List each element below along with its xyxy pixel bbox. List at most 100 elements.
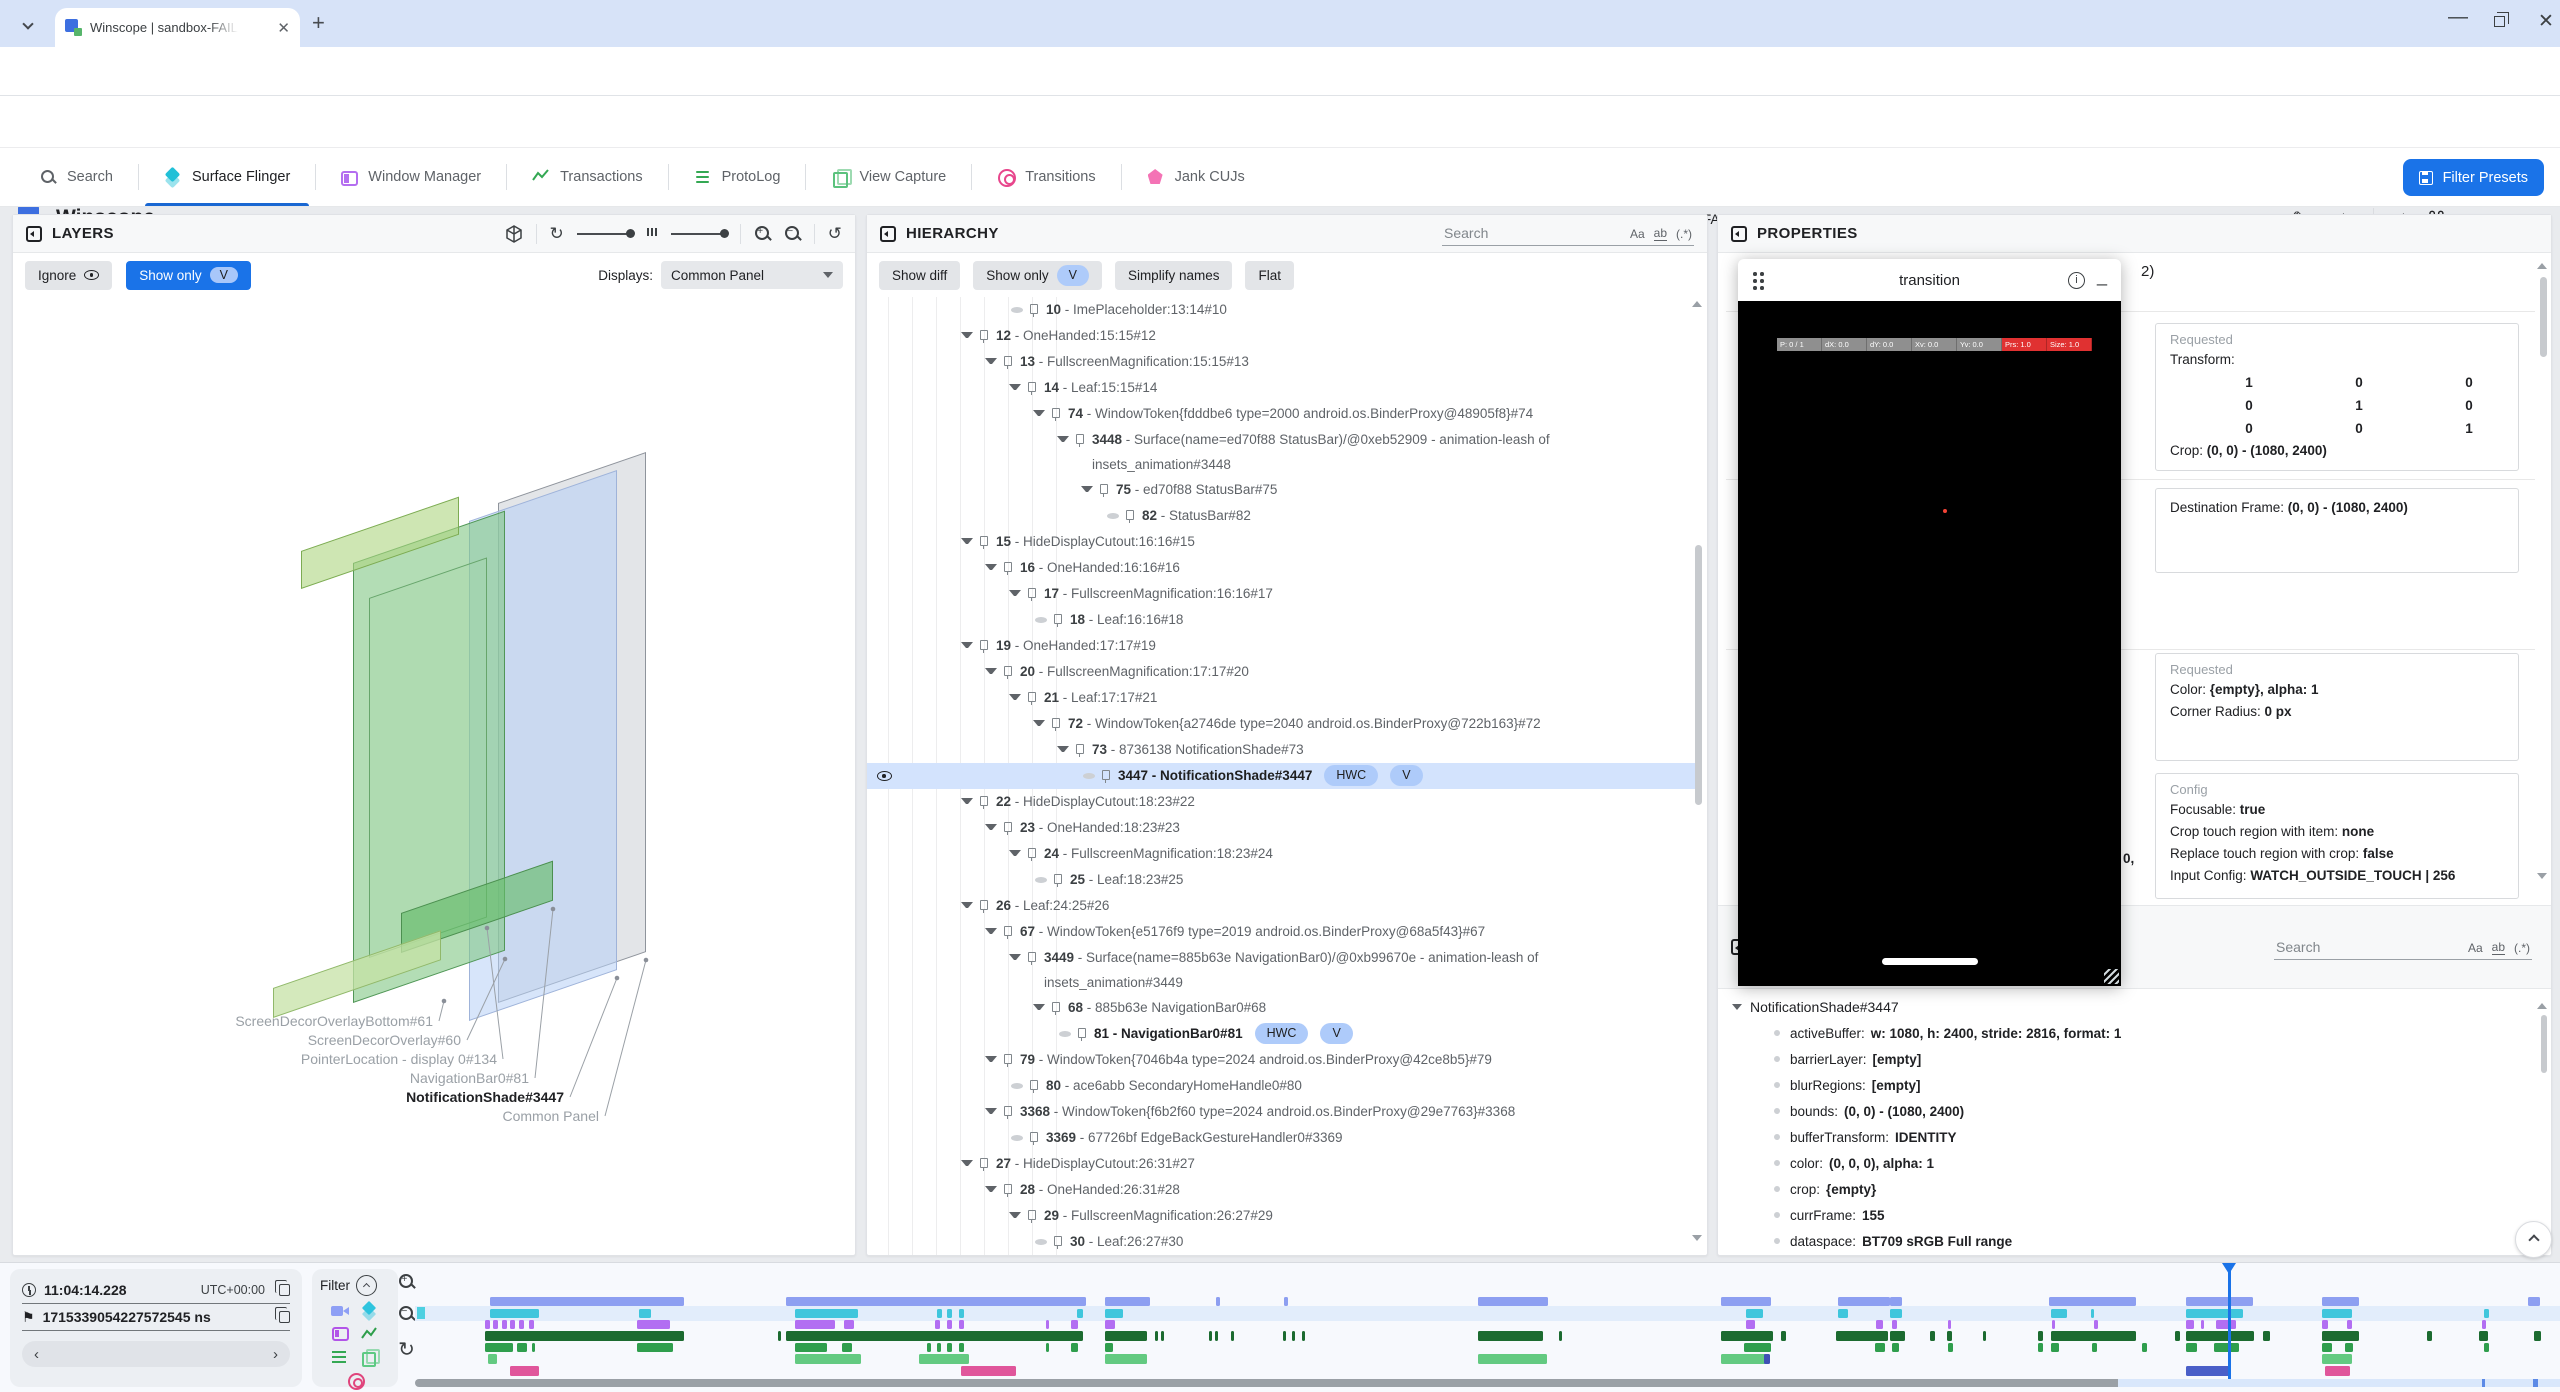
property-row[interactable]: color: (0, 0, 0), alpha: 1 [1718,1150,2539,1176]
timeline-block[interactable] [2186,1343,2197,1352]
properties-tree-root[interactable]: NotificationShade#3447 [1718,993,2539,1020]
expand-arrow-icon[interactable] [985,1056,997,1062]
browser-tab[interactable]: Winscope | sandbox-FAIL ✕ [55,8,300,47]
hierarchy-row[interactable]: 21 - Leaf:17:17#21 [867,685,1697,711]
timeline-block[interactable] [2094,1320,2098,1329]
resize-handle[interactable] [2104,969,2119,984]
hierarchy-row[interactable]: 30 - Leaf:26:27#30 [867,1229,1697,1255]
hierarchy-row[interactable]: 15 - HideDisplayCutout:16:16#15 [867,529,1697,555]
timeline-block[interactable] [2214,1343,2239,1352]
hierarchy-row[interactable]: 68 - 885b63e NavigationBar0#68 [867,995,1697,1021]
timeline-block[interactable] [1876,1320,1883,1329]
expand-arrow-icon[interactable] [985,668,997,674]
timeline-block[interactable] [1046,1320,1049,1329]
ignore-button[interactable]: Ignore [25,261,112,290]
timeline-block[interactable] [639,1309,651,1318]
pin-icon[interactable] [1028,848,1036,858]
expand-arrow-icon[interactable] [1033,1004,1045,1010]
timeline-block[interactable] [1105,1309,1123,1318]
layers-3d-scene[interactable]: ScreenDecorOverlayBottom#61ScreenDecorOv… [13,297,855,1255]
timeline-block[interactable] [842,1343,852,1352]
timeline-block[interactable] [490,1297,684,1306]
timeline-block[interactable] [1948,1343,1953,1352]
transition-overlay-window[interactable]: transition i _ P: 0 / 1dX: 0.0dY: 0.0Xv:… [1738,259,2121,986]
hierarchy-row[interactable]: 12 - OneHanded:15:15#12 [867,323,1697,349]
hierarchy-row[interactable]: 25 - Leaf:18:23#25 [867,867,1697,893]
hierarchy-row[interactable]: 27 - HideDisplayCutout:26:31#27 [867,1151,1697,1177]
hierarchy-row[interactable]: 16 - OneHanded:16:16#16 [867,555,1697,581]
pin-icon[interactable] [1078,1028,1086,1038]
hierarchy-row[interactable]: 22 - HideDisplayCutout:18:23#22 [867,789,1697,815]
timeline-block[interactable] [778,1331,781,1341]
expand-arrow-icon[interactable] [1009,694,1021,700]
hierarchy-search-input[interactable]: Search Aa ab (.*) [1442,221,1694,246]
timeline-block[interactable] [919,1354,969,1364]
timeline-block[interactable] [927,1343,931,1352]
timeline-block[interactable] [1838,1309,1848,1318]
timeline-block[interactable] [1478,1297,1548,1306]
timeline-block[interactable] [493,1320,498,1329]
timeline-block[interactable] [2186,1331,2254,1341]
timeline-block[interactable] [1077,1309,1083,1318]
timeline-block[interactable] [1746,1309,1763,1318]
pin-icon[interactable] [1028,1210,1036,1220]
expand-arrow-icon[interactable] [985,564,997,570]
pin-icon[interactable] [1028,588,1036,598]
pin-icon[interactable] [1028,382,1036,392]
pin-icon[interactable] [1004,1184,1012,1194]
timeline-block[interactable] [937,1343,941,1352]
scroll-down-icon[interactable] [1692,1235,1702,1241]
property-row[interactable]: barrierLayer: [empty] [1718,1046,2539,1072]
pin-icon[interactable] [1052,718,1060,728]
hierarchy-row[interactable]: 19 - OneHanded:17:17#19 [867,633,1697,659]
timeline-block[interactable] [947,1320,952,1329]
timeline-block[interactable] [2216,1320,2236,1329]
pin-icon[interactable] [1100,484,1108,494]
hierarchy-row[interactable]: 3449 - Surface(name=885b63e NavigationBa… [867,945,1697,995]
expand-arrow-icon[interactable] [1009,850,1021,856]
expand-arrow-icon[interactable] [961,538,973,544]
tab-view-capture[interactable]: View Capture [806,148,971,206]
timeline-block[interactable] [1231,1331,1234,1341]
hierarchy-row[interactable]: 10 - ImePlaceholder:13:14#10 [867,297,1697,323]
expand-arrow-icon[interactable] [961,1160,973,1166]
collapse-panel-icon[interactable] [880,226,896,242]
property-row[interactable]: bounds: (0, 0) - (1080, 2400) [1718,1098,2539,1124]
hierarchy-row[interactable]: 18 - Leaf:16:16#18 [867,607,1697,633]
pin-icon[interactable] [980,796,988,806]
timeline-block[interactable] [1478,1354,1547,1364]
timeline-block[interactable] [1838,1297,1890,1306]
show-only-button[interactable]: Show only V [126,261,251,290]
timeline-block[interactable] [2322,1309,2352,1318]
zoom-out-icon[interactable]: − [784,225,801,242]
timeline-block[interactable] [2186,1309,2243,1318]
timeline-block[interactable] [2142,1343,2147,1352]
timeline-block[interactable] [2051,1331,2136,1341]
timeline-block[interactable] [1283,1331,1286,1341]
match-case-icon[interactable]: Aa [2468,941,2483,955]
timeline-block[interactable] [2528,1297,2540,1306]
timeline-block[interactable] [935,1320,940,1329]
expand-arrow-icon[interactable] [1009,954,1021,960]
hierarchy-row[interactable]: 23 - OneHanded:18:23#23 [867,815,1697,841]
pin-icon[interactable] [980,536,988,546]
timeline-block[interactable] [2052,1320,2055,1329]
tab-transactions[interactable]: Transactions [507,148,667,206]
timeline-block[interactable] [637,1343,673,1352]
hierarchy-row[interactable]: 13 - FullscreenMagnification:15:15#13 [867,349,1697,375]
tab-jank-cujs[interactable]: Jank CUJs [1122,148,1270,206]
expand-arrow-icon[interactable] [985,1186,997,1192]
layer-label[interactable]: ScreenDecorOverlayBottom#61 [235,1013,433,1029]
timeline-block[interactable] [2186,1297,2253,1306]
timeline-block[interactable] [2092,1343,2097,1352]
timeline-block[interactable] [1302,1331,1305,1341]
expand-arrow-icon[interactable] [1009,1212,1021,1218]
scroll-up-icon[interactable] [2537,263,2547,269]
timeline-block[interactable] [2322,1297,2359,1306]
timeline-block[interactable] [2484,1309,2489,1318]
timeline-block[interactable] [961,1366,1016,1376]
flat-button[interactable]: Flat [1245,261,1294,290]
layer-label[interactable]: PointerLocation - display 0#134 [301,1051,497,1067]
expand-arrow-icon[interactable] [1033,720,1045,726]
timeline-block[interactable] [2482,1320,2486,1329]
